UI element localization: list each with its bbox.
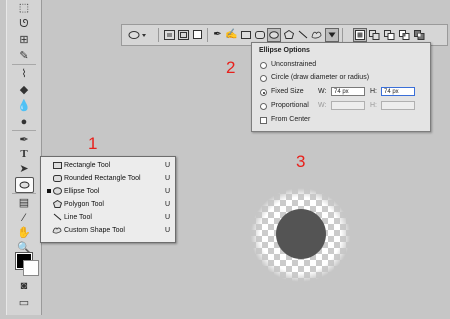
- flyout-item-shortcut: U: [165, 174, 171, 182]
- shape-layers-icon[interactable]: [163, 28, 176, 41]
- flyout-item-shortcut: U: [165, 226, 171, 234]
- pen-icon[interactable]: ✒: [16, 133, 32, 147]
- annotation-1: 1: [88, 134, 98, 153]
- add-icon[interactable]: [368, 28, 381, 41]
- panel-title: Ellipse Options: [259, 47, 310, 54]
- fixed-width-field[interactable]: 74 px: [331, 87, 365, 96]
- options-separator: [342, 28, 343, 42]
- flyout-item-polygon[interactable]: Polygon Tool U: [41, 198, 175, 210]
- ellipse-icon[interactable]: [267, 28, 281, 42]
- shape-tool-flyout: Rectangle Tool U Rounded Rectangle Tool …: [40, 156, 176, 243]
- blur-icon[interactable]: 💧: [16, 99, 32, 113]
- eyedropper-icon[interactable]: ✎: [16, 49, 32, 63]
- notes-icon[interactable]: ▤: [16, 196, 32, 210]
- flyout-item-label: Ellipse Tool: [64, 187, 100, 195]
- flyout-item-rectangle[interactable]: Rectangle Tool U: [41, 159, 175, 171]
- exclude-icon[interactable]: [413, 28, 426, 41]
- toolbar-divider: [12, 130, 36, 131]
- drawn-circle-shape: [276, 209, 326, 259]
- type-icon[interactable]: T: [16, 147, 32, 161]
- screen-mode-icon[interactable]: ▭: [16, 296, 32, 310]
- from-center-checkbox[interactable]: [260, 117, 267, 124]
- annotation-3: 3: [296, 152, 306, 171]
- option-label: Circle (draw diameter or radius): [271, 74, 370, 81]
- proportional-height-field[interactable]: [381, 101, 415, 110]
- quick-mask-icon[interactable]: ◙: [16, 279, 32, 293]
- flyout-item-shortcut: U: [165, 161, 171, 169]
- proportional-width-label: W:: [318, 102, 327, 109]
- path-select-icon[interactable]: ➤: [16, 162, 32, 176]
- option-label: Unconstrained: [271, 61, 317, 68]
- background-color-swatch[interactable]: [23, 260, 39, 276]
- rounded-rectangle-icon[interactable]: [253, 28, 266, 41]
- polygon-icon: [52, 200, 62, 209]
- flyout-item-shortcut: U: [165, 213, 171, 221]
- flyout-item-shortcut: U: [165, 200, 171, 208]
- lasso-icon[interactable]: ᘎ: [16, 17, 32, 31]
- flyout-item-label: Rectangle Tool: [64, 161, 111, 169]
- ellipse-tool-icon[interactable]: [15, 177, 34, 193]
- fill-pixels-icon[interactable]: [191, 28, 204, 41]
- fixed-height-label: H:: [370, 88, 377, 95]
- flyout-item-rounded-rectangle[interactable]: Rounded Rectangle Tool U: [41, 172, 175, 184]
- rectangle-icon[interactable]: [239, 28, 252, 41]
- custom-shape-icon[interactable]: [310, 28, 323, 41]
- custom-shape-icon: [52, 226, 62, 235]
- option-label: Proportional: [271, 102, 309, 109]
- subtract-icon[interactable]: [383, 28, 396, 41]
- options-separator: [207, 28, 208, 42]
- paths-icon[interactable]: [177, 28, 190, 41]
- crop-icon[interactable]: ⊞: [16, 33, 32, 47]
- freeform-pen-icon[interactable]: ✍: [225, 28, 238, 41]
- radio-fixed-size[interactable]: [260, 89, 267, 96]
- selected-bullet-icon: [47, 189, 51, 193]
- flyout-item-label: Rounded Rectangle Tool: [64, 174, 141, 182]
- tool-preset-icon[interactable]: [126, 28, 148, 41]
- intersect-icon[interactable]: [398, 28, 411, 41]
- proportional-width-field[interactable]: [331, 101, 365, 110]
- options-separator: [158, 28, 159, 42]
- option-label: Fixed Size: [271, 88, 304, 95]
- eyedropper2-icon[interactable]: ⁄: [16, 211, 32, 225]
- toolbar-divider: [12, 64, 36, 65]
- flyout-item-label: Line Tool: [64, 213, 92, 221]
- line-icon[interactable]: [296, 28, 309, 41]
- flyout-item-label: Polygon Tool: [64, 200, 104, 208]
- marquee-icon[interactable]: ⬚: [16, 1, 32, 15]
- pen-icon[interactable]: ✒: [211, 28, 224, 41]
- annotation-2: 2: [226, 58, 236, 77]
- proportional-height-label: H:: [370, 102, 377, 109]
- flyout-item-label: Custom Shape Tool: [64, 226, 125, 234]
- new-layer-icon[interactable]: [353, 28, 367, 42]
- flyout-item-shortcut: U: [165, 187, 171, 195]
- fixed-width-label: W:: [318, 88, 327, 95]
- hand-icon[interactable]: ✋: [16, 226, 32, 240]
- toolbar-divider: [12, 193, 36, 194]
- geometry-options-icon[interactable]: [325, 28, 339, 42]
- radio-unconstrained[interactable]: [260, 62, 267, 69]
- flyout-item-line[interactable]: Line Tool U: [41, 211, 175, 223]
- eraser-icon[interactable]: ◆: [16, 83, 32, 97]
- fixed-height-field[interactable]: 74 px: [381, 87, 415, 96]
- flyout-item-custom-shape[interactable]: Custom Shape Tool U: [41, 224, 175, 236]
- radio-circle[interactable]: [260, 75, 267, 82]
- flyout-item-ellipse[interactable]: Ellipse Tool U: [41, 185, 175, 197]
- rectangle-icon: [52, 161, 62, 170]
- line-icon: [52, 213, 62, 222]
- from-center-label: From Center: [271, 116, 311, 123]
- ellipse-options-panel: Ellipse Options Unconstrained Circle (dr…: [251, 42, 431, 132]
- rounded-rectangle-icon: [52, 174, 62, 183]
- tools-panel: ⬚ ᘎ ⊞ ✎ ⌇ ◆ 💧 ● ✒ T ➤ ▤ ⁄ ✋ 🔍 ◙ ▭: [6, 0, 42, 315]
- dodge-icon[interactable]: ●: [16, 115, 32, 129]
- ellipse-icon: [52, 187, 62, 196]
- radio-proportional[interactable]: [260, 103, 267, 110]
- polygon-icon[interactable]: [282, 28, 295, 41]
- brush-icon[interactable]: ⌇: [16, 67, 32, 81]
- ellipse-glyph: [19, 181, 30, 189]
